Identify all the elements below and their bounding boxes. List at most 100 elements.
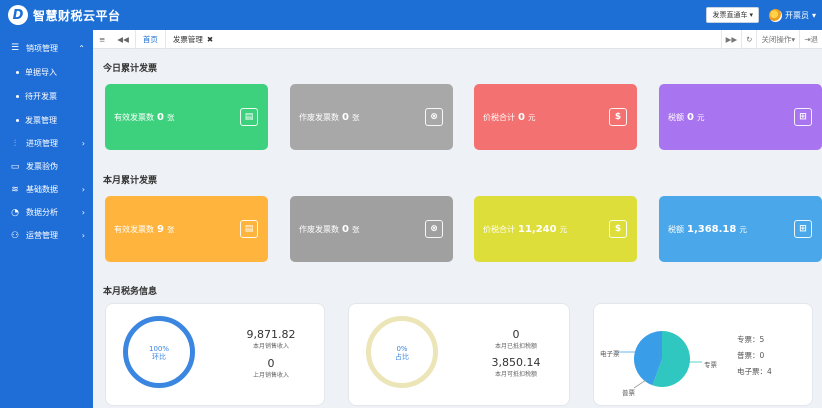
- card-money-bag-icon: $: [609, 108, 627, 126]
- pie-leader-normal: [633, 379, 647, 389]
- user-menu[interactable]: 开票员 ▾: [768, 8, 816, 22]
- bullet-icon: [16, 70, 19, 74]
- bullet-icon: [16, 94, 19, 98]
- sidebar-subitem-pending[interactable]: 待开发票: [0, 84, 93, 108]
- avatar: [768, 8, 782, 22]
- tab-home[interactable]: 首页: [134, 29, 165, 49]
- last-month-sales: 0 上月销售收入: [231, 357, 311, 379]
- sales-income-panel: 100% 环比 9,871.82 本月销售收入 0 上月销售收入: [105, 303, 325, 406]
- stat-caption: 上月销售收入: [252, 372, 289, 379]
- sidebar-item-label: 运营管理: [26, 231, 58, 240]
- sidebar-item-operations[interactable]: ⚇ 运营管理 ›: [0, 224, 93, 247]
- close-icon[interactable]: ✖: [207, 35, 213, 44]
- card-tax-icon: ⊞: [794, 220, 812, 238]
- legend-special: 专票：5: [737, 335, 765, 344]
- sidebar-subitem-import[interactable]: 单据导入: [0, 60, 93, 84]
- tab-scroll-left-icon[interactable]: ◀◀: [111, 30, 135, 49]
- card-value: 0: [157, 111, 164, 123]
- card-value: 0: [687, 111, 694, 123]
- stat-value: 3,850.14: [491, 356, 541, 369]
- sidebar-item-label: 数据分析: [26, 208, 58, 217]
- card-label: 作废发票数: [299, 224, 339, 234]
- stat-value: 9,871.82: [246, 328, 296, 341]
- month-card-2[interactable]: 价税合计 11,240 元 $: [474, 196, 637, 262]
- app-logo[interactable]: D 智慧财税云平台: [8, 5, 121, 25]
- stat-value: 0: [267, 357, 275, 370]
- logout-button[interactable]: ⇥退: [799, 29, 822, 49]
- tab-label: 发票管理: [172, 34, 203, 44]
- today-card-0[interactable]: 有效发票数 0 张 ▤: [105, 84, 268, 150]
- subitem-label: 发票管理: [25, 115, 57, 125]
- card-unit: 张: [166, 224, 175, 234]
- ring-percent: 0%: [396, 345, 408, 353]
- card-value: 0: [342, 111, 349, 123]
- close-operations-dropdown[interactable]: 关闭操作▾: [756, 29, 799, 49]
- app-title: 智慧财税云平台: [33, 8, 121, 23]
- card-invoice-icon: ▤: [240, 108, 258, 126]
- tab-bar: ≡ ◀◀ 首页 发票管理 ✖ ▶▶ ↻ 关闭操作▾ ⇥退: [93, 29, 822, 49]
- card-unit: 元: [559, 224, 568, 234]
- deductible-tax: 3,850.14 本月可抵扣税额: [476, 356, 556, 378]
- card-label: 有效发票数: [114, 112, 154, 122]
- chevron-up-icon: ⌃: [78, 43, 85, 53]
- list-icon: ☰: [10, 43, 20, 53]
- sidebar-item-analysis[interactable]: ◔ 数据分析 ›: [0, 201, 93, 224]
- card-void-icon: ⊗: [425, 108, 443, 126]
- month-card-1[interactable]: 作废发票数 0 张 ⊗: [290, 196, 453, 262]
- card-money-bag-icon: $: [609, 220, 627, 238]
- card-label: 税额: [668, 112, 684, 122]
- sidebar-item-sales[interactable]: ☰ 销项管理 ⌃: [0, 36, 93, 60]
- card-label: 作废发票数: [299, 112, 339, 122]
- user-name: 开票员: [784, 10, 809, 20]
- today-card-3[interactable]: 税额 0 元 ⊞: [659, 84, 822, 150]
- tab-invoice-mgmt[interactable]: 发票管理 ✖: [164, 29, 220, 49]
- card-unit: 张: [351, 224, 360, 234]
- pie-label-electronic: 电子票: [600, 350, 620, 358]
- today-section-title: 今日累计发票: [103, 64, 158, 74]
- stat-caption: 本月销售收入: [252, 343, 289, 350]
- month-card-3[interactable]: 税额 1,368.18 元 ⊞: [659, 196, 822, 262]
- ring-label: 100% 环比: [123, 345, 195, 361]
- menu-toggle-icon[interactable]: ≡: [93, 30, 111, 49]
- sidebar-item-label: 发票验伪: [26, 162, 58, 171]
- sidebar-item-label: 进项管理: [26, 139, 58, 148]
- chevron-right-icon: ›: [81, 208, 85, 217]
- database-icon: ≋: [11, 184, 19, 195]
- chevron-down-icon: ▾: [749, 11, 753, 19]
- card-value: 9: [157, 223, 164, 235]
- tab-label: 首页: [142, 34, 158, 44]
- chevron-right-icon: ›: [81, 231, 85, 240]
- sidebar-item-verify[interactable]: ▭ 发票验伪: [0, 155, 93, 178]
- card-value: 0: [518, 111, 525, 123]
- today-card-2[interactable]: 价税合计 0 元 $: [474, 84, 637, 150]
- current-month-sales: 9,871.82 本月销售收入: [231, 328, 311, 350]
- card-unit: 张: [351, 112, 360, 122]
- chevron-right-icon: ›: [81, 185, 85, 194]
- sidebar-item-input-mgmt[interactable]: ⫶ 进项管理 ›: [0, 132, 93, 155]
- card-unit: 张: [166, 112, 175, 122]
- bars-icon: ⫶: [13, 138, 17, 149]
- stat-caption: 本月可抵扣税额: [494, 371, 537, 378]
- today-card-1[interactable]: 作废发票数 0 张 ⊗: [290, 84, 453, 150]
- card-unit: 元: [739, 224, 747, 234]
- pie-label-special: 专票: [704, 361, 717, 369]
- card-unit: 元: [696, 112, 705, 122]
- pie-chart-icon: ◔: [11, 207, 19, 218]
- month-card-0[interactable]: 有效发票数 9 张 ▤: [105, 196, 268, 262]
- card-tax-icon: ⊞: [794, 108, 812, 126]
- logo-icon: D: [8, 5, 28, 25]
- ring-caption: 占比: [395, 353, 409, 361]
- refresh-icon[interactable]: ↻: [741, 29, 756, 49]
- sidebar-subitem-invoice-mgmt[interactable]: 发票管理: [0, 108, 93, 132]
- tab-scroll-right-icon[interactable]: ▶▶: [720, 29, 742, 49]
- card-label: 价税合计: [483, 224, 515, 234]
- invoice-channel-dropdown[interactable]: 发票直通车 ▾: [706, 7, 759, 23]
- subitem-label: 单据导入: [25, 67, 57, 77]
- pie-label-normal: 普票: [622, 389, 635, 397]
- card-value: 11,240: [518, 223, 557, 235]
- chevron-right-icon: ›: [81, 139, 85, 148]
- legend-electronic: 电子票：4: [737, 367, 772, 376]
- sidebar-item-base-data[interactable]: ≋ 基础数据 ›: [0, 178, 93, 201]
- sidebar-item-label: 销项管理: [26, 43, 58, 53]
- subitem-label: 待开发票: [25, 91, 57, 101]
